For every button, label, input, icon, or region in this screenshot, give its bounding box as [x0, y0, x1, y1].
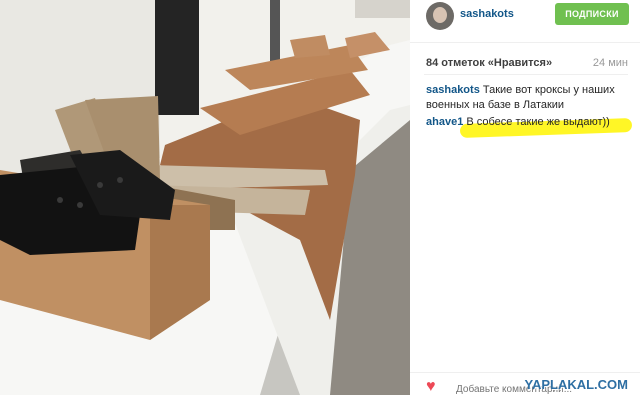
- post-photo: [0, 0, 410, 395]
- heart-icon[interactable]: ♥: [426, 378, 436, 396]
- comment-username[interactable]: sashakots: [426, 84, 480, 96]
- likes-count[interactable]: 84 отметок «Нравится»: [426, 57, 552, 69]
- watermark: YAPLAKAL.COM: [524, 377, 628, 392]
- avatar[interactable]: [426, 2, 454, 30]
- post-header: sashakots ПОДПИСКИ: [410, 0, 640, 43]
- comment-item: ahave1 В собесе такие же выдают)): [426, 115, 631, 130]
- post-photo-image: [0, 0, 410, 395]
- post-time: 24 мин: [592, 57, 628, 69]
- username-link[interactable]: sashakots: [460, 8, 514, 20]
- comment-username[interactable]: ahave1: [426, 116, 463, 128]
- follow-button[interactable]: ПОДПИСКИ: [555, 3, 629, 25]
- comment-item: sashakots Такие вот кроксы у наших военн…: [426, 83, 631, 113]
- post-actions: ♥ YAPLAKAL.COM: [410, 372, 640, 397]
- comment-text: В собесе такие же выдают)): [466, 116, 610, 128]
- post-sidebar: sashakots ПОДПИСКИ 84 отметок «Нравится»…: [410, 0, 640, 397]
- divider: [424, 74, 628, 75]
